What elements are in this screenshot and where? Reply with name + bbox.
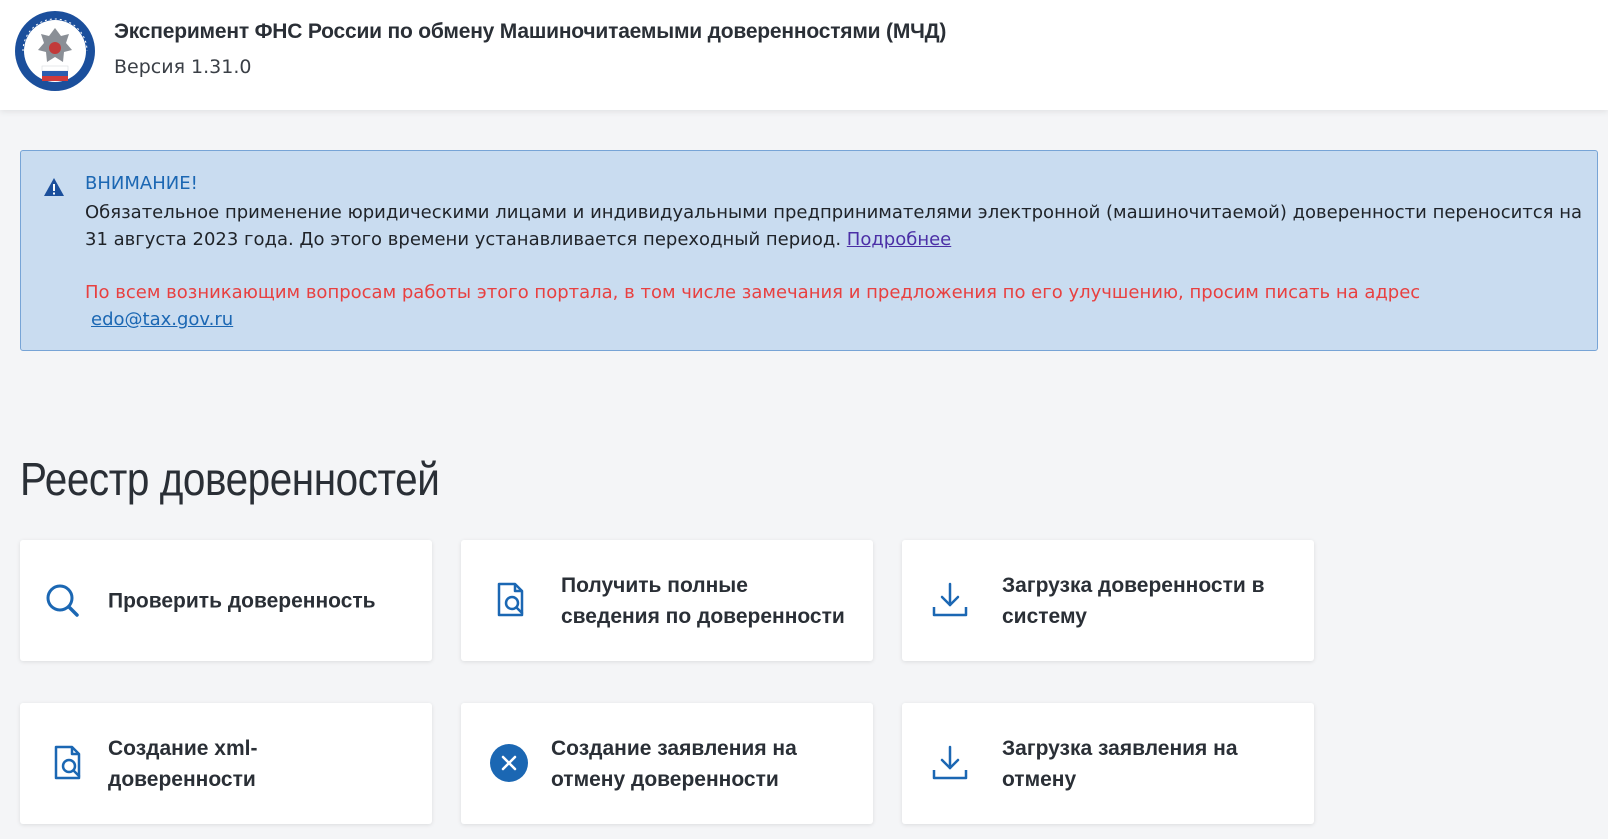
page-title: Реестр доверенностей <box>20 453 440 505</box>
download-icon <box>932 745 968 780</box>
get-full-info-card[interactable]: Получить полные сведения по доверенности <box>461 540 873 661</box>
card-label: Создание заявления на отмену доверенност… <box>551 736 797 791</box>
document-search-icon <box>54 745 81 780</box>
alert-message: Обязательное применение юридическими лиц… <box>85 202 1583 250</box>
alert-email-wrapper: edo@tax.gov.ru <box>91 306 233 333</box>
warning-triangle-icon <box>44 178 64 196</box>
alert-text: Обязательное применение юридическими лиц… <box>85 199 1585 253</box>
alert-banner: ВНИМАНИЕ! Обязательное применение юридич… <box>20 150 1598 351</box>
header: Эксперимент ФНС России по обмену Машиноч… <box>0 0 1608 110</box>
download-icon <box>932 582 968 617</box>
search-icon <box>46 584 79 617</box>
card-label: Создание xml-доверенности <box>108 736 258 791</box>
cancel-circle-icon <box>490 744 528 782</box>
alert-contact-text: По всем возникающим вопросам работы этог… <box>85 282 1421 303</box>
create-revocation-request-card[interactable]: Создание заявления на отмену доверенност… <box>461 703 873 824</box>
more-info-link[interactable]: Подробнее <box>847 229 951 250</box>
check-power-of-attorney-card[interactable]: Проверить доверенность <box>20 540 432 661</box>
support-email-link[interactable]: edo@tax.gov.ru <box>91 309 233 330</box>
document-search-icon <box>497 582 524 617</box>
app-version: Версия 1.31.0 <box>114 56 252 78</box>
app-title: Эксперимент ФНС России по обмену Машиноч… <box>114 20 947 43</box>
card-label: Загрузка доверенности в систему <box>1002 573 1265 628</box>
card-label: Проверить доверенность <box>108 589 376 612</box>
upload-revocation-request-card[interactable]: Загрузка заявления на отмену <box>902 703 1314 824</box>
upload-power-of-attorney-card[interactable]: Загрузка доверенности в систему <box>902 540 1314 661</box>
create-xml-power-of-attorney-card[interactable]: Создание xml-доверенности <box>20 703 432 824</box>
card-label: Получить полные сведения по доверенности <box>561 573 845 628</box>
fns-emblem-logo[interactable] <box>14 10 96 92</box>
alert-title: ВНИМАНИЕ! <box>85 173 198 194</box>
card-label: Загрузка заявления на отмену <box>1002 736 1238 791</box>
